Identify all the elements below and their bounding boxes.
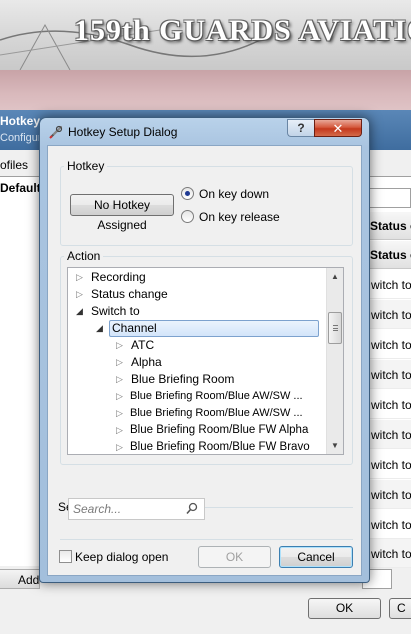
scroll-down-arrow-icon[interactable]: ▼ [327, 437, 343, 454]
expand-arrow-icon[interactable]: ▷ [116, 371, 123, 388]
search-box[interactable] [68, 498, 205, 520]
expand-arrow-icon[interactable]: ▷ [116, 439, 123, 454]
tree-scrollbar[interactable]: ▲ ▼ [326, 268, 343, 454]
tree-item[interactable]: ▷ Blue Briefing Room/Blue AW/SW ... [68, 388, 327, 405]
tree-item-label: Switch to [91, 304, 140, 318]
hotkey-group-label: Hotkey [64, 159, 108, 173]
expand-arrow-icon[interactable]: ▷ [116, 422, 123, 439]
collapse-arrow-icon[interactable]: ◢ [96, 320, 103, 337]
tree-item[interactable]: ▷ Blue Briefing Room [68, 371, 327, 388]
on-key-down-radio[interactable] [181, 187, 194, 200]
add-profile-button[interactable]: Add [0, 569, 40, 589]
on-key-release-radio[interactable] [181, 210, 194, 223]
hotkey-setup-dialog: Hotkey Setup Dialog ? ✕ Hotkey No Hotkey… [39, 117, 370, 583]
tree-item[interactable]: ▷ Blue Briefing Room/Blue FW Bravo [68, 439, 327, 454]
help-button[interactable]: ? [287, 119, 314, 137]
tree-item-label: ATC [131, 338, 155, 352]
tree-item[interactable]: ▷ Recording [68, 269, 327, 286]
expand-arrow-icon[interactable]: ▷ [116, 337, 123, 354]
tree-item-label: Blue Briefing Room/Blue AW/SW ... [130, 407, 303, 419]
expand-arrow-icon[interactable]: ▷ [116, 354, 123, 371]
expand-arrow-icon[interactable]: ▷ [116, 388, 123, 405]
tree-item-label: Channel [109, 320, 319, 337]
tools-icon [49, 125, 63, 139]
cancel-button[interactable]: Cancel [279, 546, 353, 568]
collapse-arrow-icon[interactable]: ◢ [76, 303, 83, 320]
dialog-title: Hotkey Setup Dialog [68, 125, 178, 139]
keep-open-checkbox[interactable] [59, 550, 72, 563]
background-cancel-button[interactable]: C [389, 598, 411, 619]
expand-arrow-icon[interactable]: ▷ [116, 405, 123, 422]
expand-arrow-icon[interactable]: ▷ [76, 286, 83, 303]
search-input[interactable] [70, 500, 180, 518]
dialog-client-area: Hotkey No Hotkey Assigned On key down On… [47, 145, 362, 576]
background-window-subtitle: Configur [0, 132, 42, 144]
tree-item-selected[interactable]: ◢ Channel [68, 320, 327, 337]
tree-item-label: Blue Briefing Room [131, 372, 235, 386]
tree-item[interactable]: ▷ ATC [68, 337, 327, 354]
tree-item-label: Alpha [131, 355, 162, 369]
footer-divider [60, 539, 353, 540]
tree-item[interactable]: ▷ Status change [68, 286, 327, 303]
tree-item[interactable]: ▷ Blue Briefing Room/Blue AW/SW ... [68, 405, 327, 422]
tree-item[interactable]: ◢ Switch to [68, 303, 327, 320]
tree-item-label: Recording [91, 270, 146, 284]
action-group-label: Action [64, 249, 104, 263]
grip-icon [333, 325, 338, 331]
close-button[interactable]: ✕ [314, 119, 362, 137]
tree-item[interactable]: ▷ Blue Briefing Room/Blue FW Alpha [68, 422, 327, 439]
tree-item-label: Status change [91, 287, 168, 301]
search-icon[interactable] [184, 502, 200, 516]
scrollbar-thumb[interactable] [328, 312, 342, 344]
background-window-title: Hotkey [0, 114, 41, 128]
expand-arrow-icon[interactable]: ▷ [76, 269, 83, 286]
ok-button[interactable]: OK [198, 546, 271, 568]
scroll-up-arrow-icon[interactable]: ▲ [327, 268, 343, 285]
profiles-list[interactable] [0, 176, 40, 566]
background-ok-button[interactable]: OK [308, 598, 381, 619]
background-banner: 159th GUARDS AVIATION REG [0, 0, 411, 70]
action-tree[interactable]: ▷ Recording ▷ Status change ◢ Switch to … [67, 267, 344, 455]
profile-default-item[interactable]: Default [0, 181, 41, 195]
banner-title: 159th GUARDS AVIATION REG [74, 14, 411, 47]
on-key-down-label[interactable]: On key down [199, 187, 269, 201]
tree-item[interactable]: ▷ Alpha [68, 354, 327, 371]
keep-open-label[interactable]: Keep dialog open [75, 550, 168, 564]
tree-item-label: Blue Briefing Room/Blue FW Alpha [130, 424, 309, 436]
assign-hotkey-button[interactable]: No Hotkey Assigned [70, 194, 174, 232]
radio-selected-dot [185, 191, 190, 196]
on-key-release-label[interactable]: On key release [199, 210, 280, 224]
profiles-label: ofiles [0, 158, 29, 172]
tree-item-label: Blue Briefing Room/Blue AW/SW ... [130, 390, 303, 402]
tree-item-label: Blue Briefing Room/Blue FW Bravo [130, 441, 310, 453]
